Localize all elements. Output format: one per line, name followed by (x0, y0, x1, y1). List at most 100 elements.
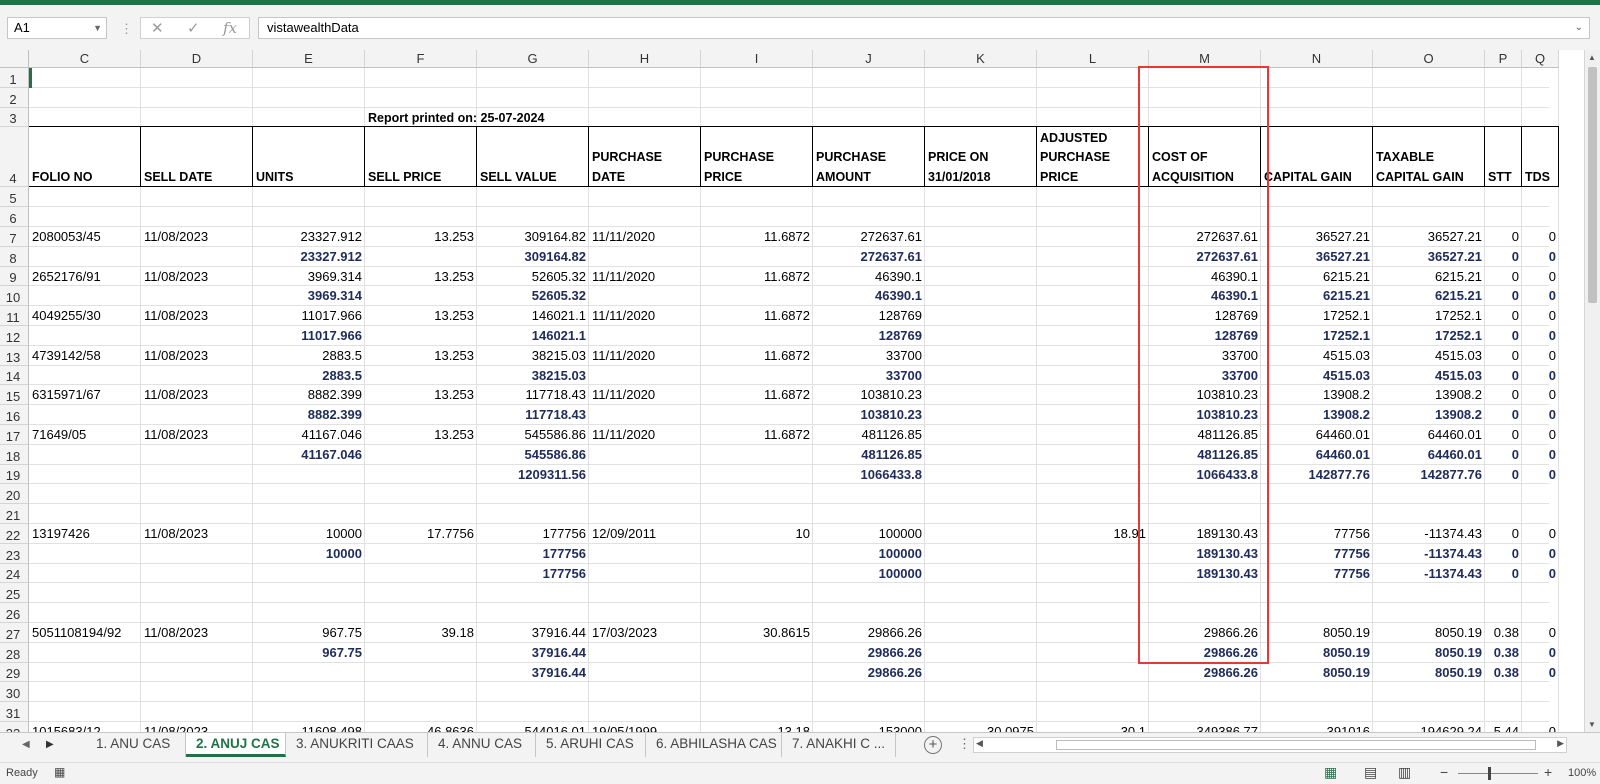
row-header-5[interactable]: 5 (0, 187, 29, 208)
cell-q13[interactable]: 0 (1522, 347, 1559, 366)
cell-m14[interactable]: 33700 (1149, 367, 1261, 386)
cell-n19[interactable]: 142877.76 (1261, 466, 1373, 485)
row-header-11[interactable]: 11 (0, 306, 29, 326)
cell-p7[interactable]: 0 (1485, 228, 1522, 247)
cell-m19[interactable]: 1066433.8 (1149, 466, 1261, 485)
cell-j23[interactable]: 100000 (813, 545, 925, 564)
function-icon[interactable]: fx (223, 19, 237, 37)
cell-q22[interactable]: 0 (1522, 525, 1559, 544)
cell-g15[interactable]: 117718.43 (477, 386, 589, 405)
cell-n11[interactable]: 17252.1 (1261, 307, 1373, 326)
cell-q8[interactable]: 0 (1522, 248, 1559, 267)
cell-p17[interactable]: 0 (1485, 426, 1522, 445)
cell-e14[interactable]: 2883.5 (253, 367, 365, 386)
cell-n16[interactable]: 13908.2 (1261, 406, 1373, 425)
cell-f15[interactable]: 13.253 (365, 386, 477, 405)
cell-n8[interactable]: 36527.21 (1261, 248, 1373, 267)
row-header-13[interactable]: 13 (0, 345, 29, 366)
cell-g9[interactable]: 52605.32 (477, 268, 589, 287)
cell-e22[interactable]: 10000 (253, 525, 365, 544)
select-all-corner[interactable] (0, 50, 29, 68)
cell-g17[interactable]: 545586.86 (477, 426, 589, 445)
cell-f7[interactable]: 13.253 (365, 228, 477, 247)
vertical-scroll-thumb[interactable] (1588, 67, 1597, 303)
cell-c15[interactable]: 6315971/67 (29, 386, 141, 405)
row-header-32[interactable]: 32 (0, 722, 29, 732)
cell-m28[interactable]: 29866.26 (1149, 644, 1261, 663)
cell-p12[interactable]: 0 (1485, 327, 1522, 346)
row-header-31[interactable]: 31 (0, 702, 29, 722)
cell-q28[interactable]: 0 (1522, 644, 1559, 663)
cell-c9[interactable]: 2652176/91 (29, 268, 141, 287)
cell-n24[interactable]: 77756 (1261, 565, 1373, 584)
column-header-l[interactable]: L (1037, 50, 1149, 68)
cell-m27[interactable]: 29866.26 (1149, 624, 1261, 643)
cell-c32[interactable]: 1015683/12 (29, 723, 141, 732)
cell-o16[interactable]: 13908.2 (1373, 406, 1485, 425)
sheet-tab-4[interactable]: 4. ANNU CAS (428, 733, 536, 757)
cell-n9[interactable]: 6215.21 (1261, 268, 1373, 287)
cell-p23[interactable]: 0 (1485, 545, 1522, 564)
cell-o12[interactable]: 17252.1 (1373, 327, 1485, 346)
row-header-2[interactable]: 2 (0, 87, 29, 108)
cell-i15[interactable]: 11.6872 (701, 386, 813, 405)
cell-m17[interactable]: 481126.85 (1149, 426, 1261, 445)
cell-j24[interactable]: 100000 (813, 565, 925, 584)
cell-e23[interactable]: 10000 (253, 545, 365, 564)
cell-g22[interactable]: 177756 (477, 525, 589, 544)
cell-d11[interactable]: 11/08/2023 (141, 307, 253, 326)
scroll-down-icon[interactable]: ▼ (1588, 720, 1596, 729)
formula-input[interactable]: vistawealthData ⌄ (258, 17, 1590, 39)
cell-i9[interactable]: 11.6872 (701, 268, 813, 287)
row-header-6[interactable]: 6 (0, 207, 29, 227)
cell-p28[interactable]: 0.38 (1485, 644, 1522, 663)
cell-p22[interactable]: 0 (1485, 525, 1522, 544)
cell-e11[interactable]: 11017.966 (253, 307, 365, 326)
cell-e28[interactable]: 967.75 (253, 644, 365, 663)
cell-n10[interactable]: 6215.21 (1261, 287, 1373, 306)
cell-g28[interactable]: 37916.44 (477, 644, 589, 663)
cell-o13[interactable]: 4515.03 (1373, 347, 1485, 366)
cell-o9[interactable]: 6215.21 (1373, 268, 1485, 287)
cell-q27[interactable]: 0 (1522, 624, 1559, 643)
cell-g19[interactable]: 1209311.56 (477, 466, 589, 485)
cell-e15[interactable]: 8882.399 (253, 386, 365, 405)
page-break-icon[interactable]: ▥ (1398, 764, 1411, 781)
row-header-8[interactable]: 8 (0, 246, 29, 267)
macro-record-icon[interactable]: ▦ (54, 765, 65, 779)
column-header-q[interactable]: Q (1522, 50, 1559, 68)
column-header-p[interactable]: P (1485, 50, 1522, 68)
cell-j13[interactable]: 33700 (813, 347, 925, 366)
row-header-23[interactable]: 23 (0, 543, 29, 564)
sheet-tab-7[interactable]: 7. ANAKHI C ... (782, 733, 896, 757)
cell-i22[interactable]: 10 (701, 525, 813, 544)
cell-m12[interactable]: 128769 (1149, 327, 1261, 346)
cell-l22[interactable]: 18.91 (1037, 525, 1149, 544)
row-header-14[interactable]: 14 (0, 365, 29, 386)
row-header-17[interactable]: 17 (0, 425, 29, 445)
cell-f17[interactable]: 13.253 (365, 426, 477, 445)
cell-q29[interactable]: 0 (1522, 664, 1559, 683)
row-header-21[interactable]: 21 (0, 504, 29, 524)
cell-o11[interactable]: 17252.1 (1373, 307, 1485, 326)
cell-q32[interactable]: 0 (1522, 723, 1559, 732)
column-header-m[interactable]: M (1149, 50, 1261, 68)
cell-p19[interactable]: 0 (1485, 466, 1522, 485)
sheet-tab-3[interactable]: 3. ANUKRITI CAAS (286, 733, 428, 757)
cell-m22[interactable]: 189130.43 (1149, 525, 1261, 544)
cell-d22[interactable]: 11/08/2023 (141, 525, 253, 544)
zoom-out-icon[interactable]: − (1440, 764, 1448, 780)
row-header-18[interactable]: 18 (0, 444, 29, 465)
row-header-25[interactable]: 25 (0, 583, 29, 604)
cell-n32[interactable]: 391016 (1261, 723, 1373, 732)
cell-q11[interactable]: 0 (1522, 307, 1559, 326)
cell-g7[interactable]: 309164.82 (477, 228, 589, 247)
row-header-12[interactable]: 12 (0, 326, 29, 346)
column-header-h[interactable]: H (589, 50, 701, 68)
cell-j28[interactable]: 29866.26 (813, 644, 925, 663)
cell-g12[interactable]: 146021.1 (477, 327, 589, 346)
cell-n27[interactable]: 8050.19 (1261, 624, 1373, 643)
cell-n23[interactable]: 77756 (1261, 545, 1373, 564)
cell-j7[interactable]: 272637.61 (813, 228, 925, 247)
chevron-down-icon[interactable]: ⌄ (1575, 18, 1583, 38)
